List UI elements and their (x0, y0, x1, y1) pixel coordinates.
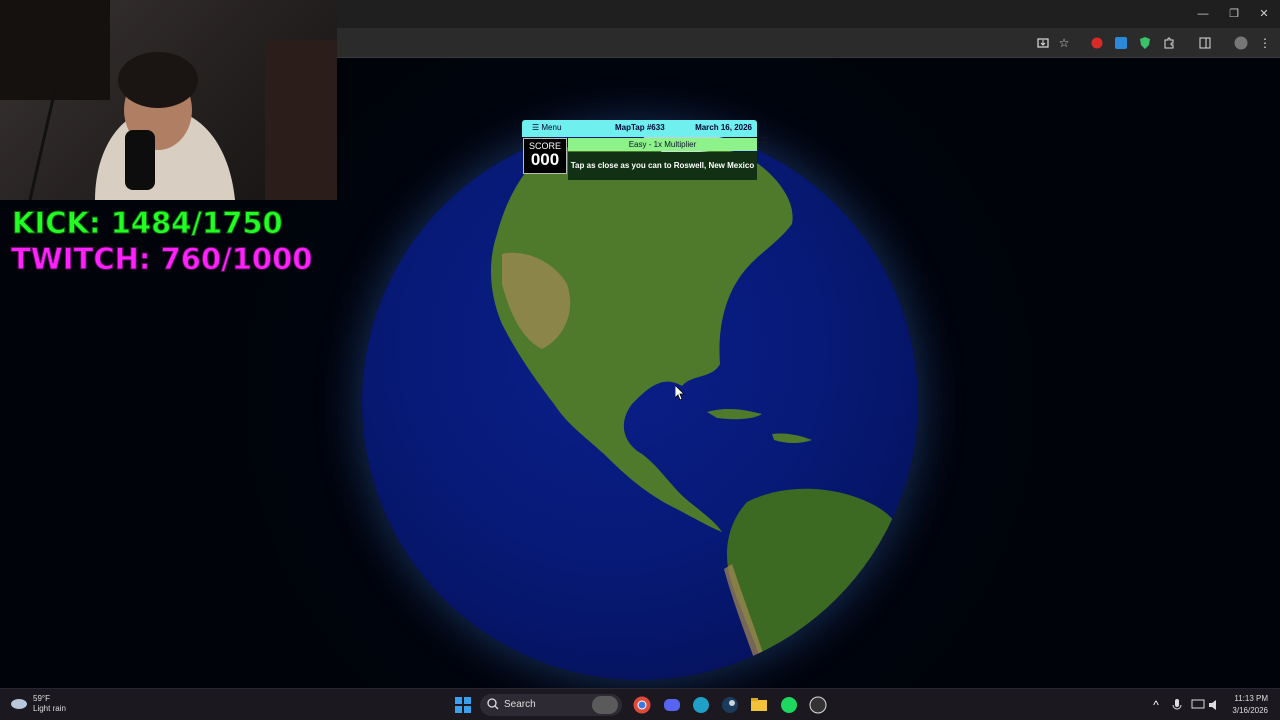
search-highlight-icon (592, 696, 618, 714)
game-hud: ☰ Menu MapTap #633 March 16, 2026 SCORE … (522, 120, 757, 180)
tray-overflow-icon[interactable]: ^ (1146, 695, 1166, 715)
windows-taskbar: 59°F Light rain Search ^ 11:13 PM 3/16/2… (0, 688, 1280, 720)
close-button[interactable]: ✕ (1249, 4, 1279, 24)
webcam-feed (0, 0, 337, 200)
webcam-overlay (0, 0, 337, 200)
target-prompt: Tap as close as you can to Roswell, New … (568, 152, 757, 180)
game-title: MapTap #633 (615, 123, 665, 132)
weather-desc: Light rain (33, 704, 66, 713)
twitch-sub-goal: TWITCH: 760/1000 (10, 242, 313, 277)
profile-icon[interactable] (1231, 33, 1251, 53)
windows-start-icon[interactable] (453, 695, 473, 715)
chrome-icon[interactable] (632, 695, 652, 715)
side-panel-icon[interactable] (1195, 33, 1215, 53)
weather-temp: 59°F (33, 694, 50, 703)
discord-icon[interactable] (662, 695, 682, 715)
score-value: 000 (530, 150, 560, 169)
difficulty-banner: Easy - 1x Multiplier (568, 138, 757, 151)
menu-button[interactable]: ☰ Menu (532, 123, 561, 132)
spotify-icon[interactable] (779, 695, 799, 715)
extension-shield-icon[interactable] (1135, 33, 1155, 53)
extension-red-icon[interactable] (1087, 33, 1107, 53)
extensions-puzzle-icon[interactable] (1159, 33, 1179, 53)
clock-date: 3/16/2026 (1232, 706, 1268, 715)
steam-icon[interactable] (720, 695, 740, 715)
extension-translate-icon[interactable] (1111, 33, 1131, 53)
more-menu-icon[interactable]: ⋮ (1255, 33, 1275, 53)
globe-landmass (490, 132, 905, 680)
game-date: March 16, 2026 (695, 123, 752, 132)
microphone-icon[interactable] (1167, 695, 1187, 715)
edge-icon[interactable] (691, 695, 711, 715)
file-explorer-icon[interactable] (749, 695, 769, 715)
score-box: SCORE 000 (523, 138, 567, 174)
mouse-cursor-icon (675, 385, 685, 401)
taskbar-search[interactable]: Search (480, 694, 622, 716)
install-icon[interactable] (1033, 33, 1053, 53)
bookmark-star-icon[interactable]: ☆ (1054, 33, 1074, 53)
search-label: Search (504, 699, 536, 710)
clock-time: 11:13 PM (1234, 694, 1268, 703)
caribbean-islands (707, 408, 812, 443)
kick-sub-goal: KICK: 1484/1750 (12, 206, 284, 241)
obs-icon[interactable] (808, 695, 828, 715)
search-icon (487, 698, 499, 713)
system-clock[interactable]: 11:13 PM 3/16/2026 (1232, 693, 1268, 717)
globe[interactable] (362, 124, 918, 680)
hud-header: ☰ Menu MapTap #633 March 16, 2026 (522, 120, 757, 137)
rain-cloud-icon (11, 699, 27, 709)
minimize-button[interactable]: — (1188, 4, 1218, 24)
maximize-button[interactable]: ❐ (1219, 4, 1249, 24)
volume-icon[interactable] (1205, 695, 1225, 715)
